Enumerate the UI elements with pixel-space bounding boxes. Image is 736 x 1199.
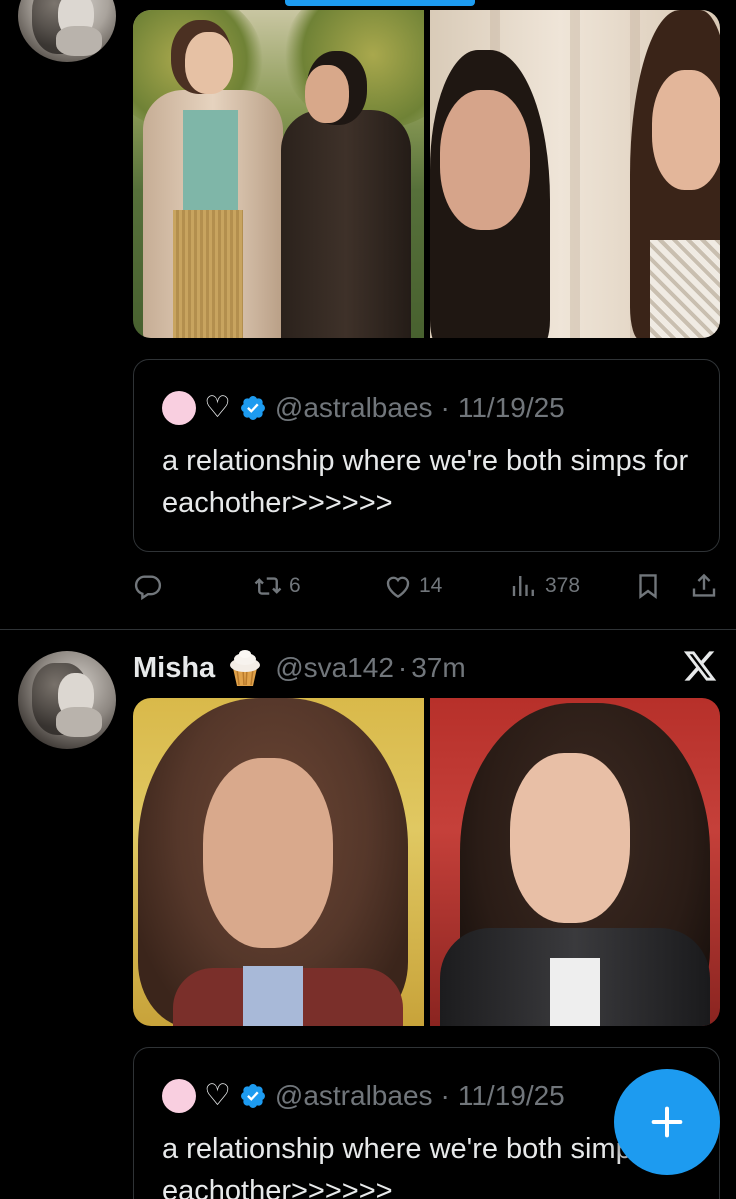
quoted-tweet-header: ♡ @astralbaes · 11/19/25: [162, 390, 565, 426]
reply-icon: [134, 575, 162, 601]
quoted-tweet-date: 11/19/25: [457, 392, 565, 423]
tweet2-media-grid[interactable]: [133, 698, 720, 1026]
tweet1-photo-left[interactable]: [133, 10, 424, 338]
verified-badge-icon: [240, 1084, 265, 1108]
x-logo-icon[interactable]: [682, 648, 718, 684]
author-handle[interactable]: @sva142: [275, 652, 394, 684]
view-count: 378: [545, 574, 581, 597]
author-name[interactable]: Misha: [133, 652, 215, 685]
tweet1-action-bar: 6 14 378: [133, 566, 723, 606]
tweet2-photo-left[interactable]: [133, 698, 424, 1026]
quoted-author-display-name: ♡: [204, 391, 231, 424]
bookmark-button[interactable]: [633, 566, 663, 606]
share-icon: [692, 573, 716, 597]
quoted-author-avatar[interactable]: [162, 391, 196, 425]
tweet2-photo-right[interactable]: [429, 698, 720, 1026]
like-icon: [386, 576, 410, 599]
like-button[interactable]: 14: [383, 566, 442, 606]
tweet1-photo-right[interactable]: [429, 10, 720, 338]
bookmark-icon: [639, 574, 657, 599]
tweet2-author-avatar[interactable]: [18, 651, 116, 749]
cupcake-emoji: [230, 650, 261, 686]
tweet-divider: [0, 629, 736, 630]
views-button[interactable]: 378: [509, 566, 580, 606]
tweet1-quoted-tweet[interactable]: ♡ @astralbaes · 11/19/25 a relationship …: [133, 359, 720, 552]
views-icon: [512, 576, 534, 596]
tweet1-media-grid[interactable]: [133, 10, 720, 338]
compose-plus-icon: [651, 1106, 683, 1138]
quoted-tweet-text: a relationship where we're both simps fo…: [162, 445, 689, 519]
tweet1-author-avatar[interactable]: [18, 0, 116, 62]
meta-separator: ·: [440, 392, 450, 423]
meta-separator: ·: [397, 652, 408, 683]
quoted-tweet-header: ♡ @astralbaes · 11/19/25: [162, 1078, 565, 1114]
tweet-time[interactable]: 37m: [411, 652, 465, 684]
quoted-tweet-date: 11/19/25: [457, 1080, 565, 1111]
verified-badge-icon: [240, 396, 265, 420]
retweet-icon: [254, 577, 282, 595]
scroll-indicator: [285, 0, 475, 6]
quoted-author-handle[interactable]: @astralbaes: [275, 392, 433, 424]
like-count: 14: [419, 574, 443, 597]
retweet-count: 6: [289, 574, 301, 597]
meta-separator: ·: [440, 1080, 450, 1111]
quoted-author-avatar[interactable]: [162, 1079, 196, 1113]
share-button[interactable]: [689, 566, 719, 606]
tweet2-header: Misha @sva142 · 37m: [133, 646, 466, 690]
retweet-button[interactable]: 6: [253, 566, 301, 606]
compose-button[interactable]: [614, 1069, 720, 1175]
quoted-author-display-name: ♡: [204, 1079, 231, 1112]
reply-button[interactable]: [133, 566, 163, 606]
quoted-author-handle[interactable]: @astralbaes: [275, 1080, 433, 1112]
